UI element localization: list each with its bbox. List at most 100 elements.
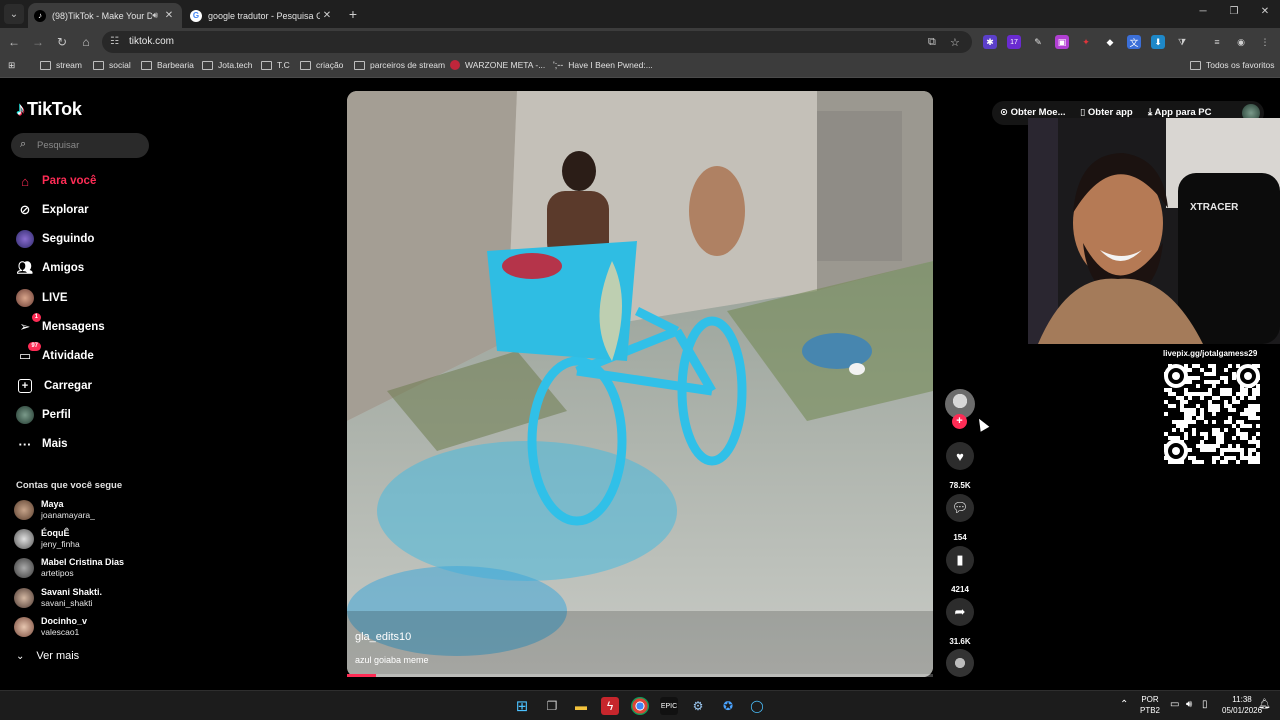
get-coins-button[interactable]: ⊙ Obter Moe... [1000,107,1066,118]
tiktok-note-icon: ♪ [16,99,25,119]
tray-chevron-icon[interactable]: ⌃ [1120,699,1128,710]
share-action[interactable]: ➦ 31.6K [945,598,975,646]
search-input[interactable] [37,137,142,154]
account-handle: jeny_finha [41,539,80,549]
chrome-icon[interactable] [631,697,649,715]
bookmark-warzone[interactable]: WARZONE META -... [450,60,545,70]
extension-icon[interactable]: ▣ [1055,35,1069,49]
sound-disc-icon[interactable] [946,649,974,677]
back-icon[interactable]: ← [6,34,22,50]
forward-icon[interactable]: → [30,34,46,50]
bookmark-barbearia[interactable]: Barbearia [141,60,194,70]
nav-seguindo[interactable]: Seguindo [16,229,94,249]
bookmark-jotatech[interactable]: Jota.tech [202,60,253,70]
bookmark-haveibeenpwned[interactable]: ';-- Have I Been Pwned:... [553,60,653,70]
pen-extension-icon[interactable]: ✎ [1031,35,1045,49]
minimize-icon[interactable]: ─ [1188,6,1218,17]
bookmark-label: criação [316,60,344,70]
file-explorer-icon[interactable]: ▬ [572,697,590,715]
translate-extension-icon[interactable]: 文 [1127,35,1141,49]
following-account[interactable]: Mabel Cristina Dias artetipos [14,557,124,579]
nav-perfil[interactable]: Perfil [16,405,71,425]
nav-amigos[interactable]: 👥︎ Amigos [16,258,84,278]
profile-icon[interactable]: ◉ [1234,35,1248,49]
address-bar[interactable]: ☷ tiktok.com ⧉ ☆ [102,31,972,53]
bookmark-stream[interactable]: stream [40,60,82,70]
task-view-icon[interactable]: ❐ [543,697,561,715]
see-more-button[interactable]: ⌄ Ver mais [16,650,79,662]
qr-caption: livepix.gg/jotalgamess29 [1163,349,1258,358]
share-icon[interactable]: ➦ [946,598,974,626]
bookmark-star-icon[interactable]: ☆ [950,36,960,49]
extension-icon[interactable]: ◆ [1103,35,1117,49]
extensions-puzzle-icon[interactable]: ⧩ [1175,35,1189,49]
new-tab-button[interactable]: + [344,5,362,23]
heart-icon[interactable]: ♥ [946,442,974,470]
like-action[interactable]: ♥ 78.5K [945,442,975,490]
comment-icon[interactable]: 💬︎ [946,494,974,522]
tab-search-button[interactable]: ⌄ [4,4,24,24]
notifications-icon[interactable]: 🔔︎ [1258,699,1271,710]
close-tab-icon[interactable]: ✕ [320,10,334,21]
restore-icon[interactable]: ❐ [1219,6,1249,17]
tiktok-logo[interactable]: ♪ TikTok [16,99,82,120]
following-account[interactable]: Docinho_v valescao1 [14,616,87,638]
get-app-button[interactable]: ▯ Obter app [1080,107,1133,118]
start-icon[interactable]: ⊞ [513,697,531,715]
bookmark-social[interactable]: social [93,60,131,70]
close-tab-icon[interactable]: ✕ [162,10,176,21]
video-progress-bar[interactable] [347,674,933,677]
bookmark-icon[interactable]: ▮ [946,546,974,574]
extension-icon[interactable]: ✱ [983,35,997,49]
steam-icon[interactable]: ⚙ [689,697,707,715]
speaker-icon[interactable]: 🔊︎ [152,10,158,21]
menu-kebab-icon[interactable]: ⋮ [1258,35,1272,49]
site-info-icon[interactable]: ☷ [110,36,119,47]
app-flash-icon[interactable]: ϟ [601,697,619,715]
reload-icon[interactable]: ↻ [54,34,70,50]
tab-tiktok[interactable]: ♪ (98)TikTok - Make Your Day 🔊︎ ✕ [28,3,182,28]
install-app-icon[interactable]: ⧉ [928,36,936,49]
battery-icon[interactable]: ▯ [1202,699,1208,710]
upload-icon: + [18,379,32,393]
save-action[interactable]: ▮ 4214 [945,546,975,594]
extension-icon[interactable]: ⬇ [1151,35,1165,49]
bookmark-criacao[interactable]: criação [300,60,343,70]
volume-icon[interactable]: 🔊︎ [1186,699,1192,710]
see-more-label: Ver mais [36,650,80,662]
bookmark-parceiros[interactable]: parceiros de stream [354,60,445,70]
video-player[interactable] [347,91,933,677]
video-author[interactable]: gla_edits10 [355,631,411,643]
following-account[interactable]: Maya joanamayara_ [14,499,95,521]
all-favorites[interactable]: Todos os favoritos [1190,60,1275,70]
nav-carregar[interactable]: + Carregar [16,376,92,396]
chevron-down-icon: ⌄ [16,650,25,662]
home-icon[interactable]: ⌂ [78,34,94,50]
tab-google[interactable]: G google tradutor - Pesquisa Goo ✕ [184,3,340,28]
search-box[interactable]: ⌕ [11,133,149,158]
following-account[interactable]: Savani Shakti. savani_shakti [14,587,102,609]
epic-games-icon[interactable]: EPIC [660,697,678,715]
chat-icon[interactable]: ◯ [748,697,766,715]
nav-live[interactable]: LIVE [16,288,68,308]
clock[interactable]: 11:38 05/01/2026 [1222,694,1262,716]
network-icon[interactable]: ▭ [1170,699,1179,710]
apps-grid-icon[interactable]: ⊞ [8,60,15,71]
extension-icon[interactable]: ✦ [1079,35,1093,49]
nav-mensagens[interactable]: ➢ 1 Mensagens [16,313,105,337]
battlenet-icon[interactable]: ✪ [719,697,737,715]
pc-app-button[interactable]: ⤓ App para PC [1148,107,1212,118]
url-text[interactable]: tiktok.com [129,36,174,47]
nav-mais[interactable]: ··· Mais [16,434,68,454]
reading-list-icon[interactable]: ≡ [1210,35,1224,49]
following-account[interactable]: ÉoquÊ jeny_finha [14,528,80,550]
nav-explorar[interactable]: ⊘ Explorar [16,200,89,220]
bookmark-tc[interactable]: T.C [261,60,290,70]
close-window-icon[interactable]: ✕ [1250,6,1280,17]
language-indicator[interactable]: POR PTB2 [1140,694,1160,716]
nav-para-voce[interactable]: ⌂ Para você [16,171,96,191]
comment-action[interactable]: 💬︎ 154 [945,494,975,542]
extension-badge-icon[interactable]: 17 [1007,35,1021,49]
follow-plus-icon[interactable]: + [952,414,967,429]
nav-atividade[interactable]: ▭ 97 Atividade [16,342,94,366]
